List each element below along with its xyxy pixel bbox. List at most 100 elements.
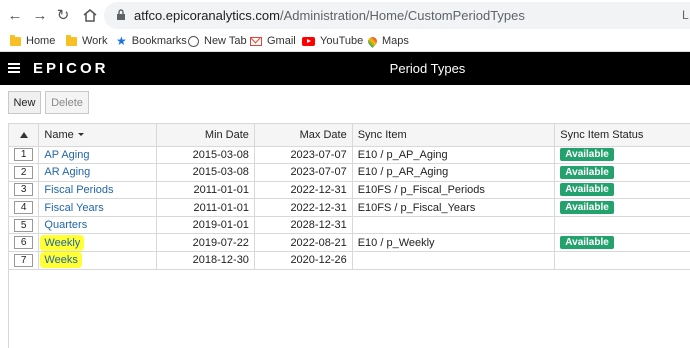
max-date-cell: 2020-12-26 (254, 251, 353, 270)
url-text: atfco.epicoranalytics.com/Administration… (134, 8, 525, 23)
table-row[interactable]: 6 Weekly 2019-07-22 2022-08-21 E10 / p_Weekl… (9, 233, 690, 253)
name-cell: AR Aging (38, 163, 158, 182)
sync-status-cell: Available (554, 146, 690, 165)
maps-icon (366, 34, 379, 48)
column-header-max-date[interactable]: Max Date (254, 124, 353, 147)
table-row[interactable]: 2 AR Aging 2015-03-08 2023-07-07 E10 / p_AR_… (9, 163, 690, 182)
max-date-cell: 2023-07-07 (254, 146, 353, 165)
column-label: Name (44, 128, 74, 141)
bookmark-label: New Tab (204, 35, 247, 47)
sort-caret-icon (77, 133, 84, 137)
bookmark-home[interactable]: Home (10, 33, 55, 49)
sync-item-cell (352, 216, 556, 235)
name-cell: AP Aging (38, 146, 158, 165)
new-button[interactable]: New (8, 91, 41, 114)
period-type-link[interactable]: Fiscal Years (44, 202, 103, 214)
row-number-cell[interactable]: 4 (9, 198, 40, 217)
period-type-link[interactable]: Quarters (44, 219, 87, 231)
star-icon: ★ (116, 34, 127, 48)
sync-status-cell (554, 251, 690, 270)
min-date-cell: 2015-03-08 (156, 146, 255, 165)
min-date-cell: 2011-01-01 (156, 181, 255, 200)
bookmark-youtube[interactable]: YouTube (302, 33, 363, 49)
column-header-sync-item[interactable]: Sync Item (352, 124, 556, 147)
sync-item-cell (352, 251, 556, 270)
table-row[interactable]: 3 Fiscal Periods 2011-01-01 2022-12-31 E10FS… (9, 181, 690, 200)
folder-icon (66, 34, 77, 46)
column-header-sync-status[interactable]: Sync Item Status (554, 124, 690, 147)
max-date-cell: 2028-12-31 (254, 216, 353, 235)
select-all-corner[interactable] (9, 124, 40, 147)
row-number-cell[interactable]: 6 (9, 233, 40, 253)
row-number: 2 (14, 165, 34, 179)
sync-item-cell: E10 / p_AP_Aging (352, 146, 556, 165)
reload-icon[interactable]: ↻ (53, 5, 73, 25)
forward-arrow-icon[interactable]: → (30, 5, 50, 25)
bookmark-new-tab[interactable]: New Tab (188, 33, 247, 49)
toolbar: New Delete (0, 85, 690, 119)
bookmark-label: Home (26, 35, 56, 47)
bookmark-work[interactable]: Work (66, 33, 107, 49)
table-row[interactable]: 4 Fiscal Years 2011-01-01 2022-12-31 E10FS /… (9, 198, 690, 217)
status-badge: Available (560, 148, 614, 162)
name-cell: Quarters (38, 216, 158, 235)
table-row[interactable]: 5 Quarters 2019-01-01 2028-12-31 (9, 216, 690, 235)
sync-status-cell: Available (554, 198, 690, 217)
profile-initial[interactable]: L (682, 8, 689, 22)
row-number: 3 (14, 183, 34, 197)
sync-status-cell (554, 216, 690, 235)
bookmark-gmail[interactable]: Gmail (250, 33, 296, 49)
min-date-cell: 2018-12-30 (156, 251, 255, 270)
period-type-link[interactable]: AP Aging (44, 149, 89, 161)
max-date-cell: 2023-07-07 (254, 163, 353, 182)
page-title: Period Types (389, 61, 466, 76)
bookmark-label: Bookmarks (131, 35, 187, 47)
name-cell: Weeks (38, 251, 158, 270)
globe-icon (188, 35, 199, 47)
max-date-cell: 2022-12-31 (254, 198, 353, 217)
sync-item-cell: E10FS / p_Fiscal_Periods (352, 181, 556, 200)
table-row[interactable]: 7 Weeks 2018-12-30 2020-12-26 (9, 251, 690, 270)
app-header: EPICOR Period Types (0, 52, 690, 85)
back-arrow-icon[interactable]: ← (5, 5, 25, 25)
sync-status-cell: Available (554, 181, 690, 200)
column-header-name[interactable]: Name (38, 124, 158, 147)
sync-item-cell: E10FS / p_Fiscal_Years (352, 198, 556, 217)
bookmark-label: YouTube (320, 35, 364, 47)
row-number-cell[interactable]: 5 (9, 216, 40, 235)
bookmark-bookmarks[interactable]: ★ Bookmarks (116, 33, 187, 49)
row-number: 4 (14, 201, 34, 215)
row-number-cell[interactable]: 3 (9, 181, 40, 200)
home-icon[interactable] (80, 5, 100, 25)
address-bar[interactable]: atfco.epicoranalytics.com/Administration… (104, 2, 690, 29)
status-badge: Available (560, 201, 614, 215)
row-number-cell[interactable]: 7 (9, 251, 40, 270)
max-date-cell: 2022-12-31 (254, 181, 353, 200)
status-badge: Available (560, 165, 614, 179)
min-date-cell: 2015-03-08 (156, 163, 255, 182)
row-number-cell[interactable]: 2 (9, 163, 40, 182)
min-date-cell: 2019-07-22 (156, 233, 255, 253)
row-number: 5 (14, 218, 34, 232)
period-type-link[interactable]: Weeks (40, 252, 82, 269)
period-type-link[interactable]: AR Aging (44, 166, 90, 178)
column-header-min-date[interactable]: Min Date (156, 124, 255, 147)
bookmark-label: Maps (382, 35, 409, 47)
grid-header-row: Name Min Date Max Date Sync Item Sync It… (9, 124, 690, 147)
row-number-cell[interactable]: 1 (9, 146, 40, 165)
period-type-link[interactable]: Weekly (40, 234, 85, 251)
period-type-link[interactable]: Fiscal Periods (44, 184, 113, 196)
min-date-cell: 2011-01-01 (156, 198, 255, 217)
status-badge: Available (560, 183, 614, 197)
period-types-grid: Name Min Date Max Date Sync Item Sync It… (8, 123, 690, 348)
url-host: atfco.epicoranalytics.com (134, 8, 280, 23)
table-row[interactable]: 1 AP Aging 2015-03-08 2023-07-07 E10 / p_AP_… (9, 146, 690, 165)
row-number: 7 (14, 253, 34, 267)
sync-status-cell: Available (554, 163, 690, 182)
bookmark-maps[interactable]: Maps (366, 33, 409, 49)
delete-button[interactable]: Delete (45, 91, 89, 114)
lock-icon (116, 9, 126, 21)
name-cell: Fiscal Periods (38, 181, 158, 200)
sync-item-cell: E10 / p_Weekly (352, 233, 556, 253)
min-date-cell: 2019-01-01 (156, 216, 255, 235)
